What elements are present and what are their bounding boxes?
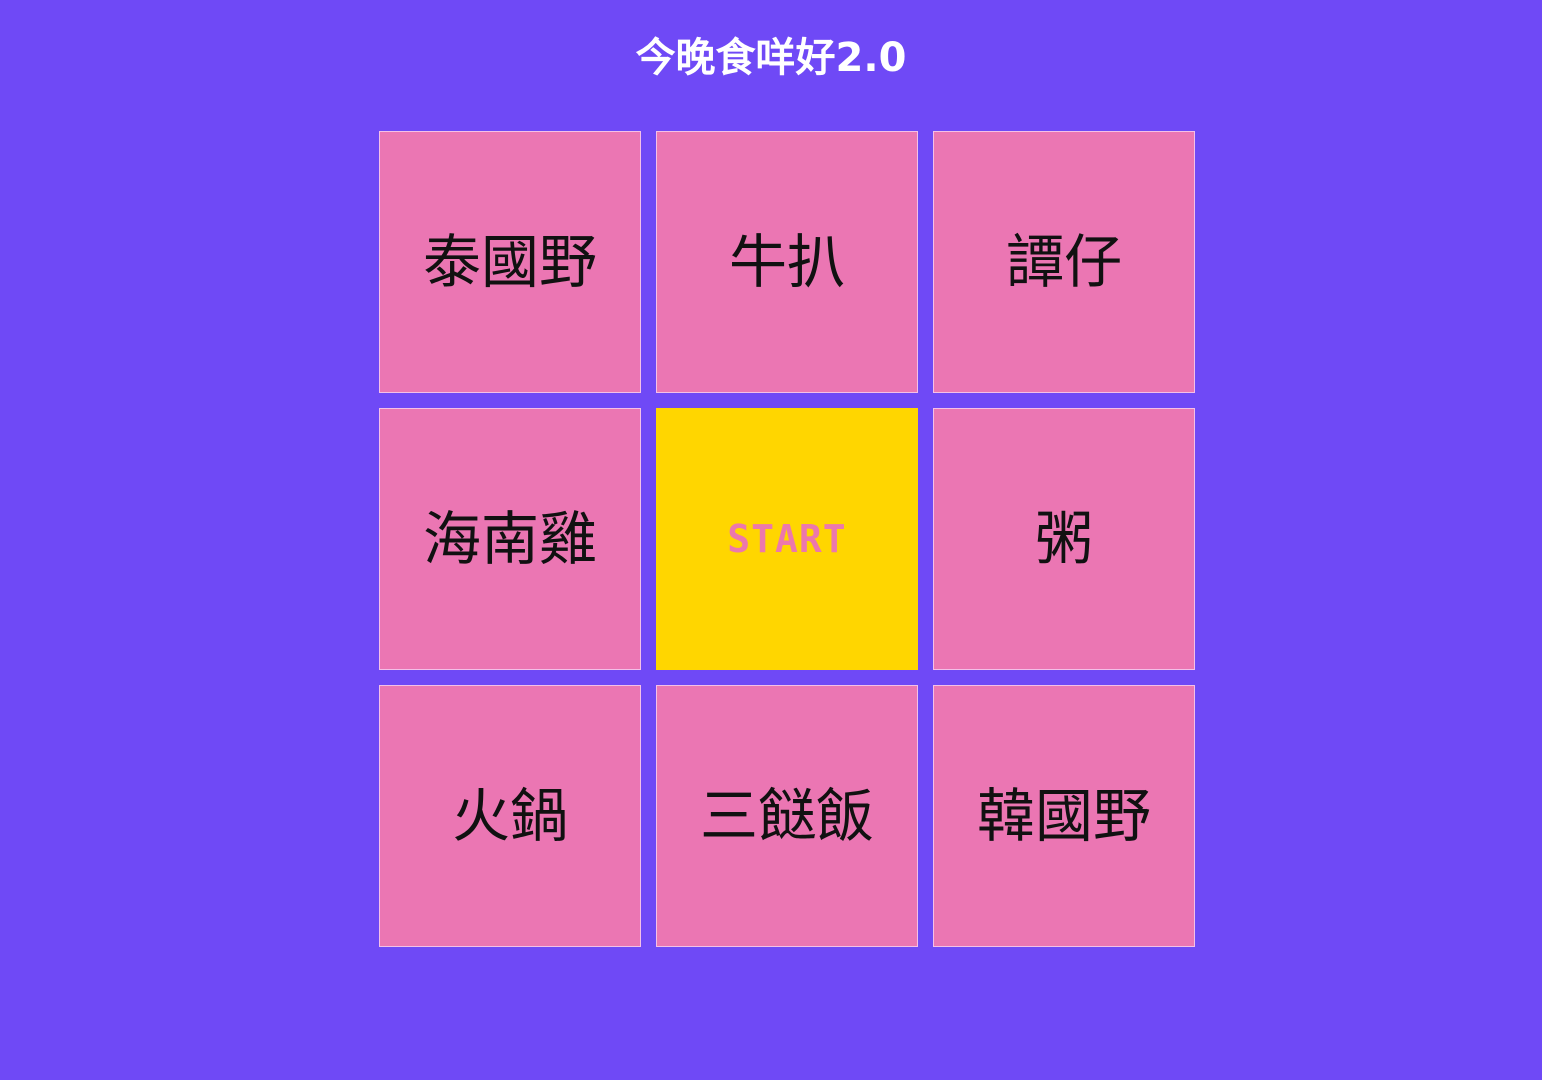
- food-tile-steak[interactable]: 牛扒: [656, 131, 918, 393]
- food-tile-congee[interactable]: 粥: [933, 408, 1195, 670]
- page-title: 今晚食咩好2.0: [635, 35, 907, 81]
- food-tile-korean[interactable]: 韓國野: [933, 685, 1195, 947]
- food-tile-two-dish-rice[interactable]: 三餸飯: [656, 685, 918, 947]
- food-tile-hainan-chicken[interactable]: 海南雞: [379, 408, 641, 670]
- food-tile-hotpot[interactable]: 火鍋: [379, 685, 641, 947]
- food-tile-thai[interactable]: 泰國野: [379, 131, 641, 393]
- food-grid: 泰國野 牛扒 譚仔 海南雞 START 粥 火鍋 三餸飯 韓國野: [379, 131, 1195, 947]
- start-button[interactable]: START: [656, 408, 918, 670]
- food-tile-tamjai[interactable]: 譚仔: [933, 131, 1195, 393]
